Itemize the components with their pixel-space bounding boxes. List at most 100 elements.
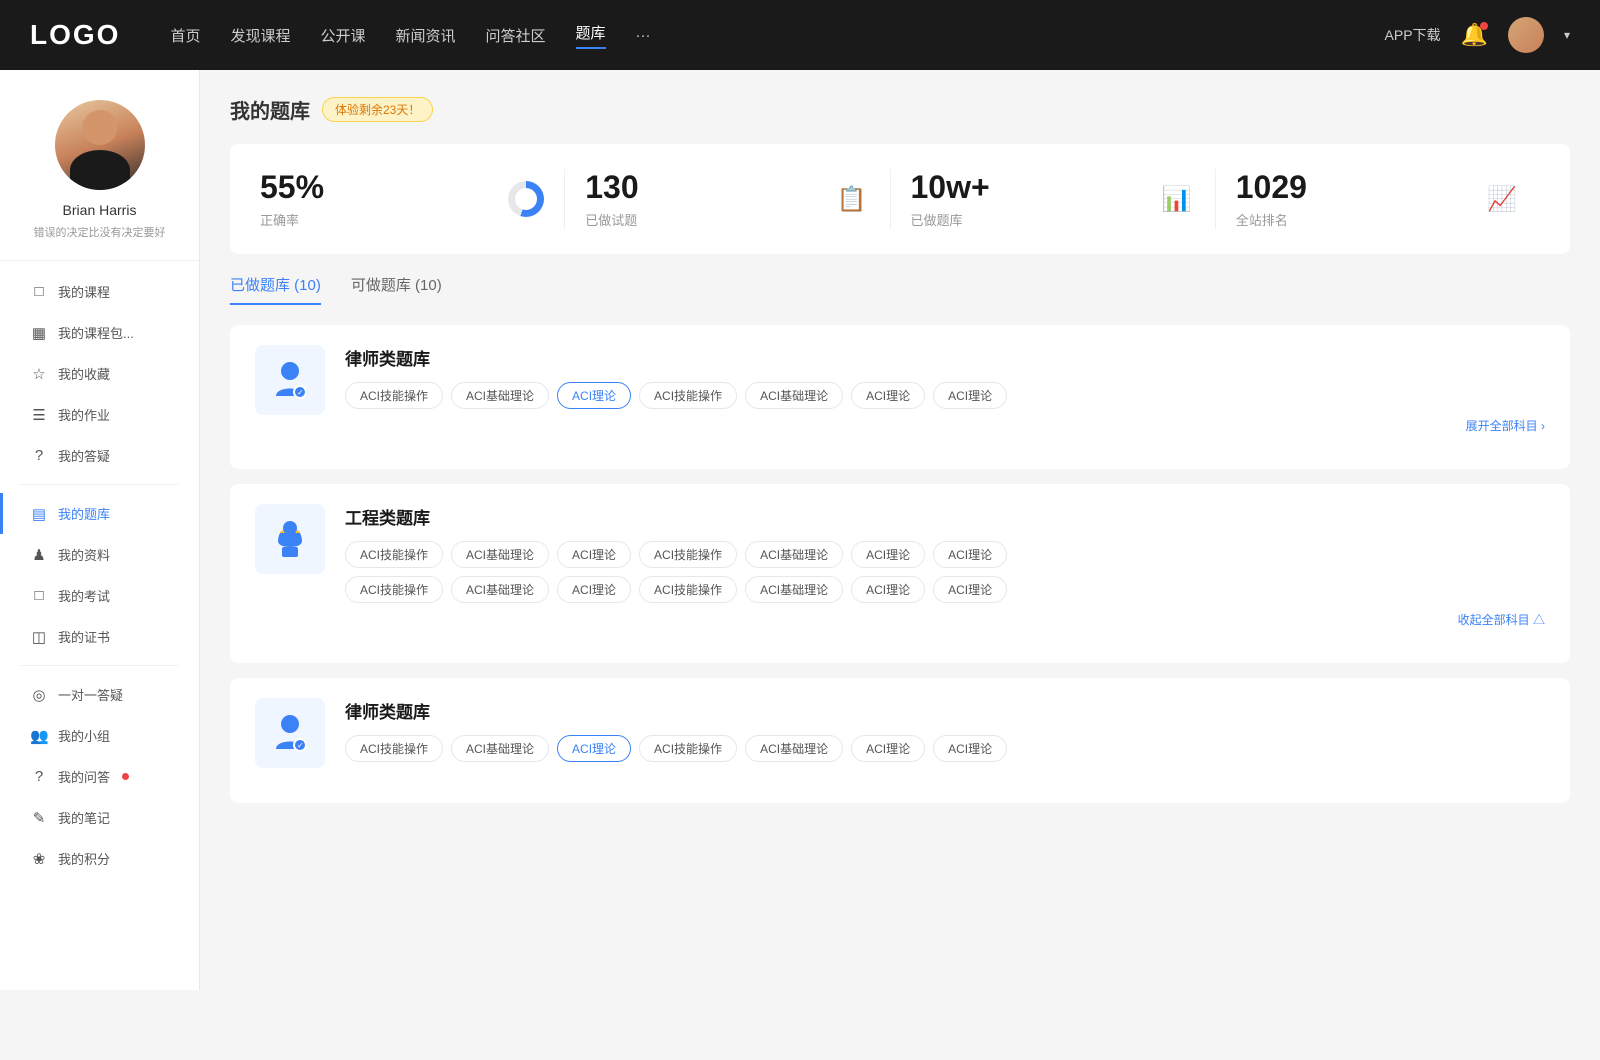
nav-link-qbank[interactable]: 题库 [576, 22, 606, 49]
qbank-tags: ACI技能操作 ACI基础理论 ACI理论 ACI技能操作 ACI基础理论 AC… [345, 541, 1545, 568]
qbank-expand-link[interactable]: 展开全部科目 › [345, 417, 1545, 434]
sidebar-item-label: 我的小组 [58, 726, 110, 745]
tag-eng-aci-theory-1[interactable]: ACI理论 [557, 541, 631, 568]
tag-eng-aci-basic-2[interactable]: ACI基础理论 [745, 541, 843, 568]
sidebar-item-homework[interactable]: ☰ 我的作业 [0, 394, 199, 435]
nav-link-qa[interactable]: 问答社区 [486, 25, 546, 46]
sidebar-item-course-packages[interactable]: ▦ 我的课程包... [0, 312, 199, 353]
sidebar-item-notes[interactable]: ✎ 我的笔记 [0, 797, 199, 838]
tag-eng-aci-theory-2[interactable]: ACI理论 [851, 541, 925, 568]
tag-aci-theory-1[interactable]: ACI理论 [557, 382, 631, 409]
nav-link-open[interactable]: 公开课 [320, 25, 365, 46]
tag3-aci-skill-1[interactable]: ACI技能操作 [345, 735, 443, 762]
tag-eng2-aci-skill-1[interactable]: ACI技能操作 [345, 576, 443, 603]
notification-bell[interactable]: 🔔 [1461, 22, 1488, 48]
sidebar-item-certificates[interactable]: ◫ 我的证书 [0, 616, 199, 657]
svg-text:✓: ✓ [297, 388, 304, 397]
sidebar-item-groups[interactable]: 👥 我的小组 [0, 715, 199, 756]
sidebar-item-materials[interactable]: ♟ 我的资料 [0, 534, 199, 575]
tag-eng2-aci-basic-1[interactable]: ACI基础理论 [451, 576, 549, 603]
engineer-svg [268, 517, 312, 561]
sidebar-item-my-qa[interactable]: ? 我的问答 [0, 756, 199, 797]
tag-eng-aci-skill-2[interactable]: ACI技能操作 [639, 541, 737, 568]
tag-eng-aci-skill-1[interactable]: ACI技能操作 [345, 541, 443, 568]
sidebar-item-label: 我的资料 [58, 545, 110, 564]
tag-eng-aci-basic-1[interactable]: ACI基础理论 [451, 541, 549, 568]
tag3-aci-theory-3[interactable]: ACI理论 [933, 735, 1007, 762]
sidebar-item-one-on-one[interactable]: ◎ 一对一答疑 [0, 674, 199, 715]
sidebar-item-favorites[interactable]: ☆ 我的收藏 [0, 353, 199, 394]
user-avatar[interactable] [1508, 17, 1544, 53]
notification-dot [1480, 22, 1488, 30]
navbar: LOGO 首页 发现课程 公开课 新闻资讯 问答社区 题库 ··· APP下载 … [0, 0, 1600, 70]
qbank-tags-row-2: ACI技能操作 ACI基础理论 ACI理论 ACI技能操作 ACI基础理论 AC… [345, 576, 1545, 603]
qbank-lawyer-icon-2: ✓ [255, 698, 325, 768]
tag3-aci-basic-2[interactable]: ACI基础理论 [745, 735, 843, 762]
sidebar-item-points[interactable]: ❀ 我的积分 [0, 838, 199, 879]
sidebar-item-label: 我的课程 [58, 282, 110, 301]
user-menu-chevron[interactable]: ▾ [1564, 28, 1570, 42]
tag-eng2-aci-theory-2[interactable]: ACI理论 [851, 576, 925, 603]
stat-accuracy-value: 55% [260, 169, 493, 206]
tag-eng2-aci-theory-3[interactable]: ACI理论 [933, 576, 1007, 603]
exam-icon: □ [30, 587, 48, 604]
sidebar-motto: 错误的决定比没有决定要好 [34, 224, 166, 240]
tag-eng2-aci-theory-1[interactable]: ACI理论 [557, 576, 631, 603]
stat-banks-done: 10w+ 已做题库 📊 [891, 169, 1216, 229]
notes-icon: ✎ [30, 809, 48, 827]
tag-eng2-aci-skill-2[interactable]: ACI技能操作 [639, 576, 737, 603]
app-download-link[interactable]: APP下载 [1385, 25, 1441, 45]
package-icon: ▦ [30, 324, 48, 342]
sidebar-item-qa[interactable]: ? 我的答疑 [0, 435, 199, 476]
questions-done-icon: 📋 [834, 181, 870, 217]
star-icon: ☆ [30, 365, 48, 383]
tag-aci-basic-1[interactable]: ACI基础理论 [451, 382, 549, 409]
qbank-card-lawyer-2: ✓ 律师类题库 ACI技能操作 ACI基础理论 ACI理论 ACI技能操作 AC… [230, 678, 1570, 803]
sidebar-item-label: 我的作业 [58, 405, 110, 424]
nav-link-more[interactable]: ··· [636, 27, 651, 44]
avatar-image [1508, 17, 1544, 53]
tab-available-banks[interactable]: 可做题库 (10) [351, 274, 442, 305]
nav-link-news[interactable]: 新闻资讯 [396, 25, 456, 46]
qbank-engineer-icon [255, 504, 325, 574]
tag3-aci-basic-1[interactable]: ACI基础理论 [451, 735, 549, 762]
sidebar-divider-2 [20, 665, 179, 666]
tag-aci-theory-2[interactable]: ACI理论 [851, 382, 925, 409]
sidebar-item-label: 我的积分 [58, 849, 110, 868]
qbank-card-header: ✓ 律师类题库 ACI技能操作 ACI基础理论 ACI理论 ACI技能操作 AC… [255, 698, 1545, 768]
stat-accuracy-values: 55% 正确率 [260, 169, 493, 229]
tag-aci-basic-2[interactable]: ACI基础理论 [745, 382, 843, 409]
page-container: Brian Harris 错误的决定比没有决定要好 □ 我的课程 ▦ 我的课程包… [0, 70, 1600, 990]
tag-eng-aci-theory-3[interactable]: ACI理论 [933, 541, 1007, 568]
avatar-image [55, 100, 145, 190]
qbank-card-lawyer-1: ✓ 律师类题库 ACI技能操作 ACI基础理论 ACI理论 ACI技能操作 AC… [230, 325, 1570, 469]
qa-icon: ? [30, 447, 48, 464]
sidebar-item-exams[interactable]: □ 我的考试 [0, 575, 199, 616]
cert-icon: ◫ [30, 628, 48, 646]
sidebar-item-my-courses[interactable]: □ 我的课程 [0, 271, 199, 312]
main-content: 我的题库 体验剩余23天！ 55% 正确率 130 已做试题 📋 [200, 70, 1600, 990]
stat-ranking-value: 1029 [1236, 169, 1469, 206]
stat-accuracy-label: 正确率 [260, 210, 493, 229]
nav-links: 首页 发现课程 公开课 新闻资讯 问答社区 题库 ··· [170, 22, 1384, 49]
tag-aci-skill-1[interactable]: ACI技能操作 [345, 382, 443, 409]
tag-aci-theory-3[interactable]: ACI理论 [933, 382, 1007, 409]
nav-logo[interactable]: LOGO [30, 19, 120, 51]
nav-right: APP下载 🔔 ▾ [1385, 17, 1570, 53]
sidebar-item-label: 我的收藏 [58, 364, 110, 383]
sidebar-item-qbank[interactable]: ▤ 我的题库 [0, 493, 199, 534]
qbank-collapse-link[interactable]: 收起全部科目 △ [345, 611, 1545, 628]
tag3-aci-theory-1[interactable]: ACI理论 [557, 735, 631, 762]
nav-link-discover[interactable]: 发现课程 [230, 25, 290, 46]
homework-icon: ☰ [30, 406, 48, 424]
sidebar-item-label: 我的证书 [58, 627, 110, 646]
tag-eng2-aci-basic-2[interactable]: ACI基础理论 [745, 576, 843, 603]
stat-ranking-label: 全站排名 [1236, 210, 1469, 229]
stat-questions-done-label: 已做试题 [585, 210, 818, 229]
tab-done-banks[interactable]: 已做题库 (10) [230, 274, 321, 305]
tag-aci-skill-2[interactable]: ACI技能操作 [639, 382, 737, 409]
tag3-aci-skill-2[interactable]: ACI技能操作 [639, 735, 737, 762]
tag3-aci-theory-2[interactable]: ACI理论 [851, 735, 925, 762]
qbank-card-header: 工程类题库 ACI技能操作 ACI基础理论 ACI理论 ACI技能操作 ACI基… [255, 504, 1545, 628]
nav-link-home[interactable]: 首页 [170, 25, 200, 46]
